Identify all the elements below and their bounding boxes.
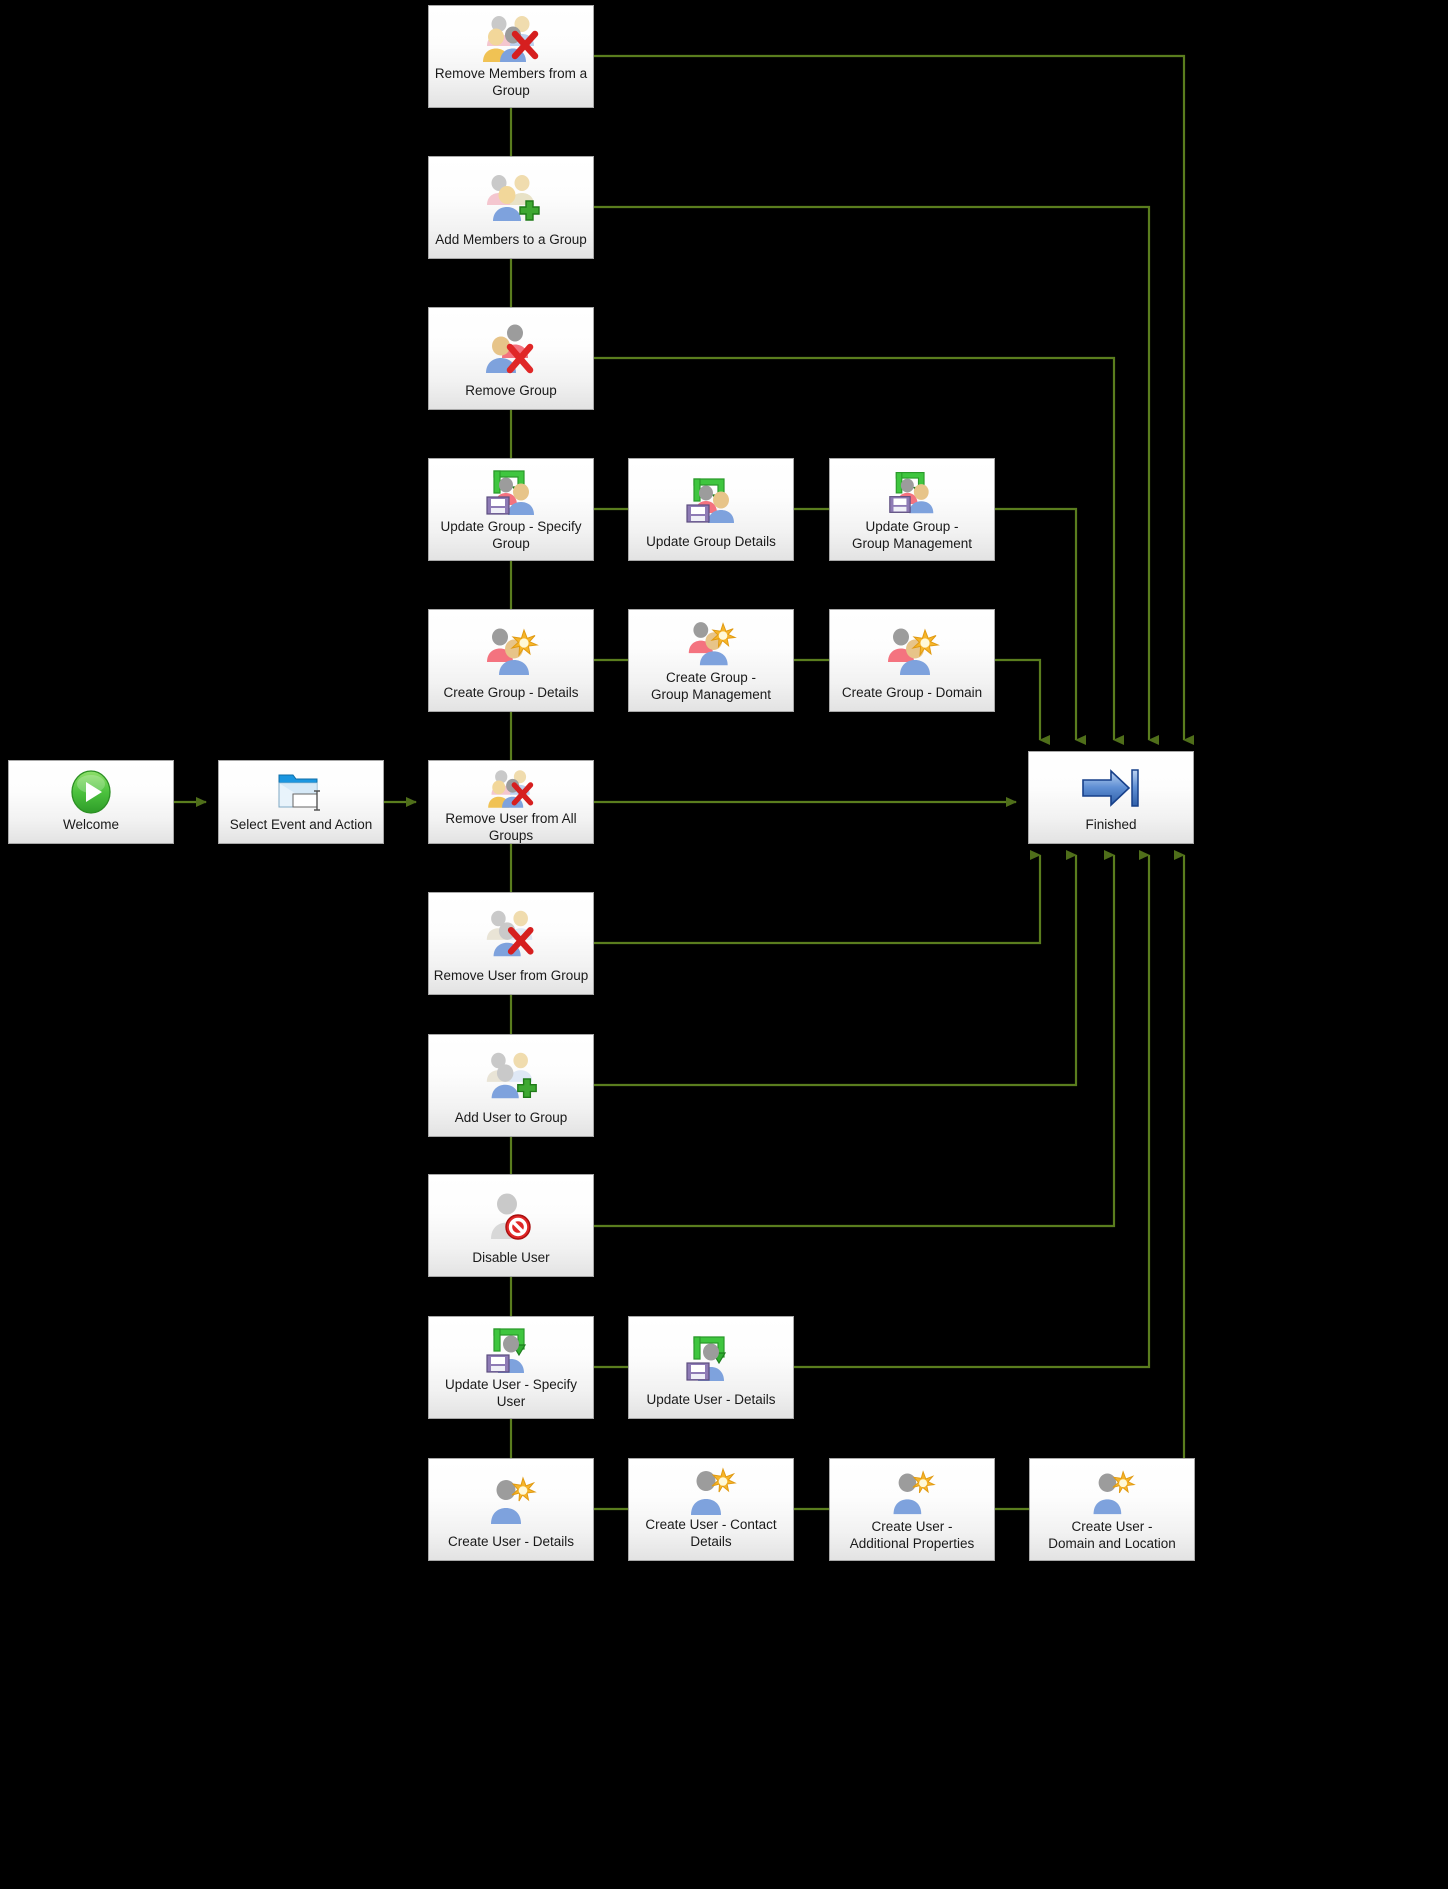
create-group-icon: [629, 610, 793, 670]
node-create-user-additional-properties[interactable]: Create User - Additional Properties: [829, 1458, 995, 1561]
node-label: Disable User: [472, 1250, 550, 1266]
node-label: Update Group - Group Management: [851, 519, 973, 552]
user-add-group-icon: [429, 1035, 593, 1110]
create-group-icon: [830, 610, 994, 685]
node-create-user-contact-details[interactable]: Create User - Contact Details: [628, 1458, 794, 1561]
node-create-user-domain-and-location[interactable]: Create User - Domain and Location: [1029, 1458, 1195, 1561]
node-label: Remove Group: [465, 383, 557, 399]
node-label: Update User - Details: [646, 1392, 776, 1408]
node-update-user-specify-user[interactable]: Update User - Specify User: [428, 1316, 594, 1419]
node-label: Remove User from Group: [433, 968, 589, 984]
node-label: Welcome: [62, 817, 120, 833]
create-user-icon: [629, 1459, 793, 1517]
user-disable-icon: [429, 1175, 593, 1250]
update-group-icon: [830, 459, 994, 519]
create-user-icon: [1030, 1459, 1194, 1519]
group-remove-icon: [429, 308, 593, 383]
node-disable-user[interactable]: Disable User: [428, 1174, 594, 1277]
node-add-user-to-group[interactable]: Add User to Group: [428, 1034, 594, 1137]
finish-arrow-icon: [1029, 752, 1193, 817]
update-group-icon: [629, 459, 793, 534]
node-create-group-domain[interactable]: Create Group - Domain: [829, 609, 995, 712]
create-group-icon: [429, 610, 593, 685]
node-label: Remove Members from a Group: [434, 66, 588, 98]
folder-window-icon: [219, 761, 383, 817]
create-user-icon: [429, 1459, 593, 1534]
node-label: Update Group Details: [646, 534, 776, 550]
node-update-user-details[interactable]: Update User - Details: [628, 1316, 794, 1419]
node-label: Select Event and Action: [229, 817, 373, 833]
node-create-group-details[interactable]: Create Group - Details: [428, 609, 594, 712]
edge-layer: [174, 54, 1195, 1511]
users-remove-icon: [429, 761, 593, 811]
node-label: Finished: [1085, 817, 1137, 833]
node-create-group-group-management[interactable]: Create Group - Group Management: [628, 609, 794, 712]
node-add-members-to-group[interactable]: Add Members to a Group: [428, 156, 594, 259]
node-label: Create Group - Details: [443, 685, 579, 701]
node-label: Remove User from All Groups: [445, 811, 577, 843]
node-update-group-details[interactable]: Update Group Details: [628, 458, 794, 561]
node-label: Add Members to a Group: [435, 232, 587, 248]
update-user-icon: [429, 1317, 593, 1377]
node-update-group-specify-group[interactable]: Update Group - Specify Group: [428, 458, 594, 561]
node-label: Create Group - Group Management: [650, 670, 772, 703]
user-remove-group-icon: [429, 893, 593, 968]
node-remove-group[interactable]: Remove Group: [428, 307, 594, 410]
create-user-icon: [830, 1459, 994, 1519]
play-button-icon: [9, 761, 173, 817]
update-group-icon: [429, 459, 593, 519]
node-label: Create User - Domain and Location: [1048, 1519, 1176, 1552]
node-label: Update User - Specify User: [444, 1377, 578, 1409]
node-label: Create User - Contact Details: [645, 1517, 777, 1550]
node-label: Add User to Group: [454, 1110, 568, 1126]
node-select-event-and-action[interactable]: Select Event and Action: [218, 760, 384, 844]
node-label: Update Group - Specify Group: [440, 519, 582, 551]
node-remove-user-from-group[interactable]: Remove User from Group: [428, 892, 594, 995]
node-remove-user-from-all-groups[interactable]: Remove User from All Groups: [428, 760, 594, 844]
workflow-diagram: Remove Members from a Group Add Members …: [0, 0, 1448, 1889]
node-label: Create Group - Domain: [841, 685, 983, 701]
node-create-user-details[interactable]: Create User - Details: [428, 1458, 594, 1561]
node-label: Create User - Additional Properties: [849, 1519, 975, 1552]
node-welcome[interactable]: Welcome: [8, 760, 174, 844]
update-user-icon: [629, 1317, 793, 1392]
users-add-icon: [429, 157, 593, 232]
node-label: Create User - Details: [447, 1534, 575, 1550]
node-update-group-group-management[interactable]: Update Group - Group Management: [829, 458, 995, 561]
node-finished[interactable]: Finished: [1028, 751, 1194, 844]
node-remove-members-from-group[interactable]: Remove Members from a Group: [428, 5, 594, 108]
users-remove-icon: [429, 6, 593, 66]
